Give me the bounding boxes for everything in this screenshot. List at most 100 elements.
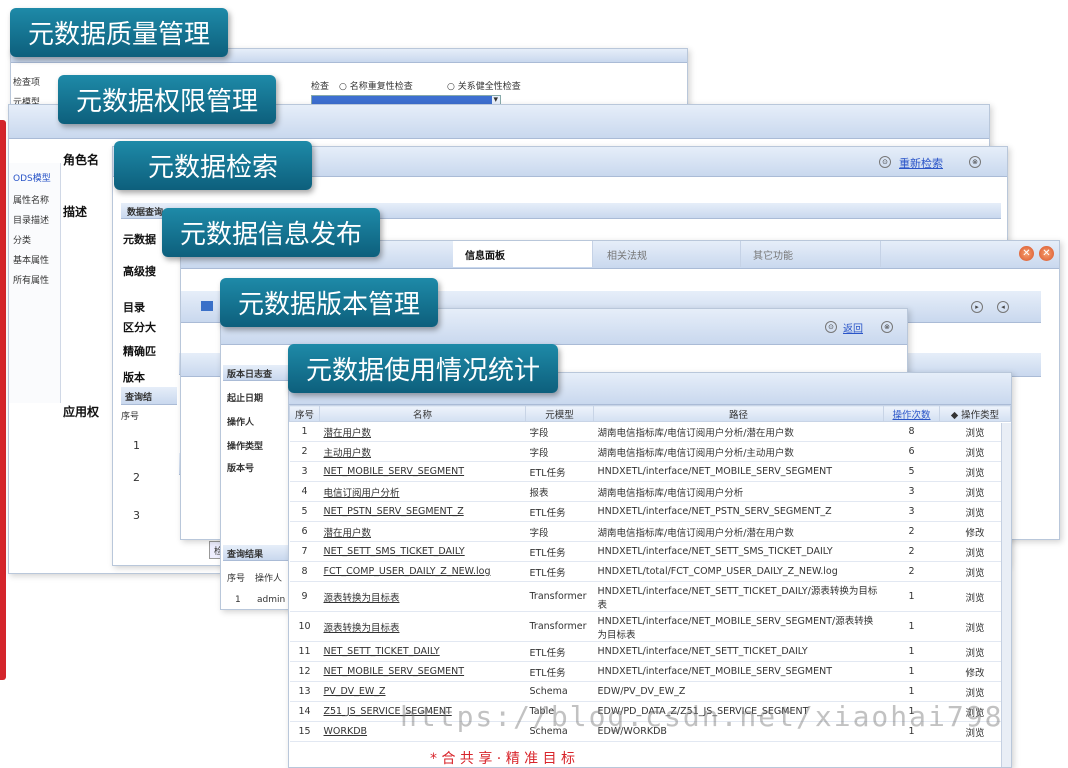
sidebar-item-1[interactable]: 属性名称: [13, 193, 49, 206]
return-link[interactable]: 返回: [843, 320, 863, 335]
tag-search: 元数据检索: [114, 141, 313, 190]
table-row[interactable]: 9 源表转换为目标表 Transformer HNDXETL/interface/NE…: [289, 581, 1011, 612]
row-op: 浏览: [939, 481, 1011, 502]
field-version: 版本: [123, 371, 145, 384]
row-seq: 9: [289, 581, 320, 612]
close-icon[interactable]: ✕: [1019, 246, 1034, 261]
row-name-link[interactable]: FCT_COMP_USER_DAILY_Z_NEW.log: [319, 561, 526, 582]
watermark: https://blog.csdn.net/xiaohai798: [400, 700, 1004, 733]
sidebar-item-3[interactable]: 分类: [13, 233, 31, 246]
row-path: 湖南电信指标库/电信订阅用户分析/主动用户数: [593, 441, 884, 462]
collapse-icon[interactable]: ⊗: [969, 156, 981, 168]
table-row[interactable]: 1 潜在用户数 字段 湖南电信指标库/电信订阅用户分析/潜在用户数 8 浏览: [289, 421, 1011, 442]
row-seq: 14: [289, 701, 320, 722]
row-op: 浏览: [939, 581, 1011, 612]
date-range-label: 起止日期: [227, 394, 264, 404]
tag-version: 元数据版本管理: [220, 278, 439, 327]
tab-regulations[interactable]: 相关法规: [595, 241, 741, 267]
panel-icon: [201, 301, 213, 311]
row-name-link[interactable]: 源表转换为目标表: [319, 611, 526, 642]
row-path: HNDXETL/interface/NET_PSTN_SERV_SEGMENT_…: [593, 501, 884, 522]
table-row[interactable]: 6 潜在用户数 字段 湖南电信指标库/电信订阅用户分析/潜在用户数 2 修改: [289, 521, 1011, 542]
row-count: 8: [883, 421, 940, 442]
tab-info-panel[interactable]: 信息面板: [453, 241, 593, 267]
row-op: 浏览: [939, 501, 1011, 522]
version-result-header: 查询结果: [223, 545, 293, 561]
footer-slogan: * 合 共 享 · 精 准 目 标: [430, 751, 576, 767]
search-row-2: 2: [133, 471, 140, 484]
row-model: ETL任务: [525, 561, 594, 582]
usage-table-header: 序号 名称 元模型 路径 操作次数 ◆ 操作类型: [289, 405, 1011, 422]
row-seq: 3: [289, 461, 320, 482]
row-name-link[interactable]: NET_SETT_TICKET_DAILY: [319, 641, 526, 662]
col-model: 元模型: [525, 405, 594, 422]
table-row[interactable]: 13 PV_DV_EW_Z Schema EDW/PV_DV_EW_Z 1 浏览: [289, 681, 1011, 702]
table-row[interactable]: 10 源表转换为目标表 Transformer HNDXETL/interface/N…: [289, 611, 1011, 642]
row-seq: 4: [289, 481, 320, 502]
row-model: Schema: [525, 681, 594, 702]
version-row-user: admin: [257, 595, 286, 605]
row-name-link[interactable]: 源表转换为目标表: [319, 581, 526, 612]
row-count: 2: [883, 521, 940, 542]
row-path: HNDXETL/interface/NET_MOBILE_SERV_SEGMEN…: [593, 611, 884, 642]
row-count: 3: [883, 501, 940, 522]
field-case: 区分大: [123, 321, 156, 334]
row-name-link[interactable]: 潜在用户数: [319, 421, 526, 442]
table-row[interactable]: 7 NET_SETT_SMS_TICKET_DAILY ETL任务 HNDXETL/i…: [289, 541, 1011, 562]
sidebar-item-0[interactable]: ODS模型: [13, 171, 51, 184]
table-row[interactable]: 12 NET_MOBILE_SERV_SEGMENT ETL任务 HNDXETL/in…: [289, 661, 1011, 682]
row-count: 1: [883, 641, 940, 662]
row-count: 2: [883, 561, 940, 582]
sidebar-item-4[interactable]: 基本属性: [13, 253, 49, 266]
row-name-link[interactable]: 电信订阅用户分析: [319, 481, 526, 502]
col-count[interactable]: 操作次数: [883, 405, 940, 422]
table-row[interactable]: 11 NET_SETT_TICKET_DAILY ETL任务 HNDXETL/inte…: [289, 641, 1011, 662]
version-col-seq: 序号: [227, 574, 246, 584]
row-op: 浏览: [939, 681, 1011, 702]
table-row[interactable]: 3 NET_MOBILE_SERV_SEGMENT ETL任务 HNDXETL/int…: [289, 461, 1011, 482]
close-icon-2[interactable]: ✕: [1039, 246, 1054, 261]
row-seq: 2: [289, 441, 320, 462]
tag-publish: 元数据信息发布: [162, 208, 381, 257]
row-name-link[interactable]: 潜在用户数: [319, 521, 526, 542]
slide-canvas: 检查项 元模型 检查 ○ 名称重复性检查 ○ 关系健全性检查 ▾ ODS模型 属…: [0, 0, 1068, 768]
sidebar-item-5[interactable]: 所有属性: [13, 273, 49, 286]
row-name-link[interactable]: PV_DV_EW_Z: [319, 681, 526, 702]
role-name-label: 角色名: [63, 153, 100, 167]
collapse-panel-icon[interactable]: ◂: [997, 301, 1009, 313]
check-text: 检查: [311, 82, 330, 92]
row-model: ETL任务: [525, 501, 594, 522]
option-relation-check[interactable]: ○ 关系健全性检查: [447, 79, 521, 92]
row-name-link[interactable]: NET_MOBILE_SERV_SEGMENT: [319, 661, 526, 682]
table-row[interactable]: 5 NET_PSTN_SERV_SEGMENT_Z ETL任务 HNDXETL/int…: [289, 501, 1011, 522]
table-row[interactable]: 8 FCT_COMP_USER_DAILY_Z_NEW.log ETL任务 HNDXE…: [289, 561, 1011, 582]
search-row-1: 1: [133, 439, 140, 452]
table-row[interactable]: 2 主动用户数 字段 湖南电信指标库/电信订阅用户分析/主动用户数 6 浏览: [289, 441, 1011, 462]
collapse-icon[interactable]: ⊗: [881, 321, 893, 333]
row-path: 湖南电信指标库/电信订阅用户分析/潜在用户数: [593, 521, 884, 542]
row-name-link[interactable]: 主动用户数: [319, 441, 526, 462]
expand-icon[interactable]: ▸: [971, 301, 983, 313]
tag-usage: 元数据使用情况统计: [288, 344, 559, 393]
version-col-user: 操作人: [255, 574, 283, 584]
row-seq: 5: [289, 501, 320, 522]
row-seq: 6: [289, 521, 320, 542]
red-accent-bar: [0, 120, 6, 680]
reset-search-link[interactable]: 重新检索: [899, 155, 943, 171]
check-item-label: 检查项: [13, 78, 41, 88]
row-model: ETL任务: [525, 541, 594, 562]
sidebar-item-2[interactable]: 目录描述: [13, 213, 49, 226]
row-count: 1: [883, 661, 940, 682]
tab-other-functions[interactable]: 其它功能: [741, 241, 881, 267]
row-name-link[interactable]: NET_MOBILE_SERV_SEGMENT: [319, 461, 526, 482]
option-duplicate-check[interactable]: ○ 名称重复性检查: [339, 79, 413, 92]
row-seq: 15: [289, 721, 320, 742]
table-row[interactable]: 4 电信订阅用户分析 报表 湖南电信指标库/电信订阅用户分析 3 浏览: [289, 481, 1011, 502]
row-name-link[interactable]: NET_SETT_SMS_TICKET_DAILY: [319, 541, 526, 562]
row-path: 湖南电信指标库/电信订阅用户分析: [593, 481, 884, 502]
col-path: 路径: [593, 405, 884, 422]
row-model: 字段: [525, 421, 594, 442]
row-name-link[interactable]: NET_PSTN_SERV_SEGMENT_Z: [319, 501, 526, 522]
row-op: 浏览: [939, 561, 1011, 582]
row-op: 浏览: [939, 611, 1011, 642]
